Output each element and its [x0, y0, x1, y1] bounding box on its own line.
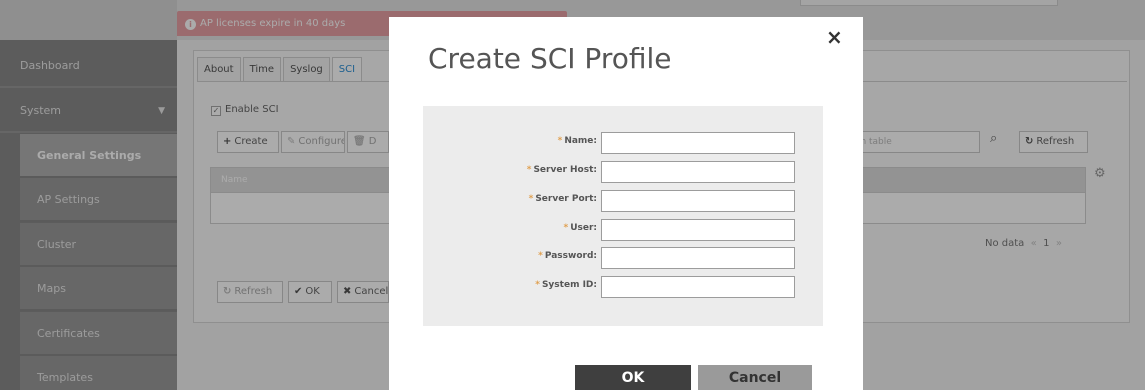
server-host-field[interactable]	[601, 161, 795, 183]
required-marker: *	[528, 194, 534, 204]
form-row-server-port: * Server Port:	[423, 190, 823, 212]
required-marker: *	[557, 136, 563, 146]
form-row-password: * Password:	[423, 247, 823, 269]
close-icon[interactable]: ×	[826, 25, 843, 49]
field-label: Server Port:	[535, 194, 597, 204]
field-label: System ID:	[541, 280, 597, 290]
required-marker: *	[563, 223, 569, 233]
field-label: Password:	[544, 251, 597, 261]
name-label: * Name:	[558, 136, 597, 146]
create-sci-profile-dialog: Create SCI Profile × * Name: * Server Host…	[389, 17, 863, 390]
required-marker: *	[538, 251, 543, 261]
form-row-user: * User:	[423, 219, 823, 241]
system-id-label: * System ID:	[535, 280, 597, 290]
dialog-title: Create SCI Profile	[428, 42, 672, 75]
password-label: * Password:	[538, 251, 597, 261]
form-row-name: * Name:	[423, 132, 823, 154]
field-label: Name:	[564, 136, 597, 146]
form-row-system-id: * System ID:	[423, 276, 823, 298]
dialog-ok-button[interactable]: OK	[575, 365, 691, 390]
name-field[interactable]	[601, 132, 795, 154]
field-label: Server Host:	[533, 165, 597, 175]
user-label: * User:	[563, 223, 597, 233]
system-id-field[interactable]	[601, 276, 795, 298]
user-field[interactable]	[601, 219, 795, 241]
password-field[interactable]	[601, 247, 795, 269]
server-host-label: * Server Host:	[527, 165, 597, 175]
dialog-cancel-button[interactable]: Cancel	[698, 365, 812, 390]
required-marker: *	[535, 280, 540, 290]
field-label: User:	[570, 223, 597, 233]
form-row-server-host: * Server Host:	[423, 161, 823, 183]
server-port-label: * Server Port:	[529, 194, 597, 204]
profile-form: * Name: * Server Host: * Server Port: * User…	[423, 106, 823, 326]
required-marker: *	[526, 165, 532, 175]
server-port-field[interactable]	[601, 190, 795, 212]
